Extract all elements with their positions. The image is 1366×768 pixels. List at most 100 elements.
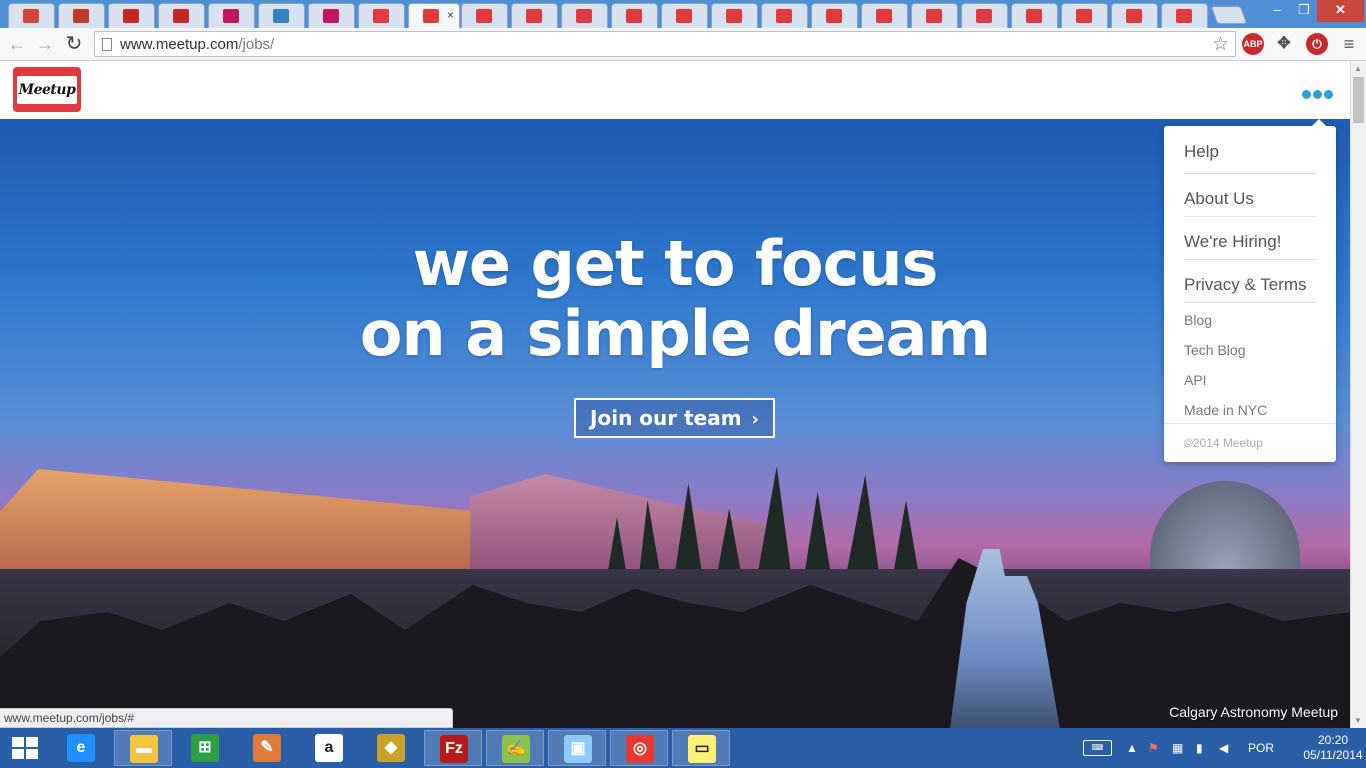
windows-taskbar: e ▬ ⊞ ✎ a ◆ Fz ✍ ▣ ◎ ▭ ⌨ ▲ ⚑ ▦ ▮ ◀ POR 20:20 05/11… (0, 728, 1366, 768)
browser-tab[interactable] (1161, 3, 1208, 28)
browser-tab[interactable] (861, 3, 908, 28)
taskbar-app-button[interactable]: ▣ (548, 730, 606, 766)
taskbar-app-button[interactable]: ▬ (114, 730, 172, 766)
tray-flag-icon[interactable]: ⚑ (1148, 728, 1159, 768)
menu-item-privacy-terms[interactable]: Privacy & Terms (1184, 260, 1316, 303)
language-indicator[interactable]: POR (1248, 728, 1274, 768)
tray-power-icon[interactable]: ▮ (1196, 728, 1203, 768)
meetup-icon (826, 9, 842, 23)
browser-tab[interactable] (811, 3, 858, 28)
browser-tab[interactable] (208, 3, 255, 28)
menu-item-blog[interactable]: Blog (1184, 305, 1316, 335)
taskbar-clock[interactable]: 20:20 05/11/2014 (1300, 733, 1366, 763)
browser-tab[interactable] (611, 3, 658, 28)
extension-icon[interactable]: ✥ (1273, 33, 1295, 55)
photo-caption: Calgary Astronomy Meetup (1169, 704, 1338, 720)
close-window-button[interactable]: ✕ (1317, 0, 1364, 22)
browser-tab[interactable] (58, 3, 105, 28)
browser-tab[interactable] (308, 3, 355, 28)
opera-icon (173, 9, 189, 23)
paint-icon: ✎ (253, 734, 281, 762)
reload-button[interactable]: ↻ (62, 32, 86, 56)
address-bar[interactable]: www.meetup.com/jobs/ ☆ (94, 31, 1236, 57)
menu-item-about-us[interactable]: About Us (1184, 174, 1316, 217)
menu-item-help[interactable]: Help (1184, 126, 1316, 174)
browser-tab[interactable] (661, 3, 708, 28)
scroll-thumb[interactable] (1353, 77, 1364, 123)
meetup-icon (926, 9, 942, 23)
headline-line-1: we get to focus (412, 227, 939, 300)
forward-button[interactable]: → (33, 32, 57, 56)
adblock-plus-icon[interactable]: ABP (1242, 33, 1264, 55)
stop-extension-icon[interactable]: ⏻ (1306, 33, 1328, 55)
browser-tab[interactable] (8, 3, 55, 28)
join-team-button[interactable]: Join our team › (574, 398, 775, 438)
url-text: www.meetup.com/jobs/ (120, 36, 274, 53)
meetup-icon (526, 9, 542, 23)
browser-tab[interactable] (461, 3, 508, 28)
chrome-menu-icon[interactable]: ≡ (1339, 34, 1359, 54)
more-dropdown-menu: Help About Us We're Hiring! Privacy & Te… (1164, 119, 1336, 462)
browser-tab[interactable]: × (408, 3, 460, 28)
taskbar-app-button[interactable]: ▭ (672, 730, 730, 766)
tray-expand-icon[interactable]: ▲ (1126, 728, 1138, 768)
meetup-icon (373, 9, 389, 23)
browser-tab[interactable] (911, 3, 958, 28)
browser-tab[interactable] (158, 3, 205, 28)
file-explorer-icon: ▬ (130, 735, 158, 763)
browser-tab[interactable] (561, 3, 608, 28)
tray-volume-icon[interactable]: ◀ (1219, 728, 1228, 768)
internet-explorer-icon: e (67, 734, 95, 762)
back-button[interactable]: ← (5, 32, 29, 56)
keyboard-icon[interactable]: ⌨ (1083, 740, 1112, 756)
meetup-icon (1126, 9, 1142, 23)
filezilla-icon: Fz (440, 735, 468, 763)
scroll-up-icon[interactable]: ▲ (1354, 64, 1362, 73)
more-menu-icon[interactable] (1302, 86, 1338, 99)
browser-tab[interactable] (358, 3, 405, 28)
new-tab-button[interactable] (1210, 6, 1248, 24)
taskbar-app-button[interactable]: e (52, 730, 110, 766)
maximize-button[interactable]: ❐ (1291, 0, 1317, 22)
browser-tab[interactable] (1011, 3, 1058, 28)
minimize-button[interactable]: ‒ (1263, 0, 1291, 22)
menu-item-api[interactable]: API (1184, 365, 1316, 395)
browser-tab[interactable] (761, 3, 808, 28)
join-team-label: Join our team (590, 406, 742, 430)
taskbar-app-button[interactable]: ⊞ (176, 730, 234, 766)
browser-tab[interactable] (258, 3, 305, 28)
taskbar-app-button[interactable]: ◆ (362, 730, 420, 766)
meetup-icon (576, 9, 592, 23)
tray-network-icon[interactable]: ▦ (1172, 728, 1183, 768)
clock-time: 20:20 (1317, 733, 1349, 747)
browser-tab[interactable] (961, 3, 1008, 28)
browser-tab[interactable] (1111, 3, 1158, 28)
menu-item-hiring[interactable]: We're Hiring! (1184, 217, 1316, 260)
copyright-text: ©2014 Meetup (1164, 423, 1336, 462)
url-path: /jobs/ (238, 36, 275, 53)
bookmark-star-icon[interactable]: ☆ (1212, 33, 1229, 56)
browser-tab[interactable] (108, 3, 155, 28)
taskbar-app-button[interactable]: ✎ (238, 730, 296, 766)
browser-tab[interactable] (711, 3, 758, 28)
scroll-down-icon[interactable]: ▼ (1354, 716, 1362, 725)
close-tab-icon[interactable]: × (447, 8, 454, 22)
b-icon (323, 9, 339, 23)
browser-tab[interactable] (1061, 3, 1108, 28)
taskbar-app-button[interactable]: a (300, 730, 358, 766)
start-button[interactable] (12, 737, 38, 759)
page-icon (102, 38, 112, 51)
taskbar-app-button[interactable]: ◎ (610, 730, 668, 766)
taskbar-app-button[interactable]: Fz (424, 730, 482, 766)
windows-store-icon: ⊞ (191, 734, 219, 762)
logo-text: Meetup (17, 76, 77, 104)
menu-item-made-in-nyc[interactable]: Made in NYC (1184, 395, 1316, 425)
meetup-icon (676, 9, 692, 23)
browser-tab[interactable] (511, 3, 558, 28)
menu-item-tech-blog[interactable]: Tech Blog (1184, 335, 1316, 365)
meetup-logo[interactable]: Meetup (13, 67, 81, 112)
taskbar-app-button[interactable]: ✍ (486, 730, 544, 766)
amazon-icon: a (315, 734, 343, 762)
page-scrollbar[interactable]: ▲ ▼ (1350, 61, 1366, 728)
site-header: Meetup (0, 61, 1350, 119)
